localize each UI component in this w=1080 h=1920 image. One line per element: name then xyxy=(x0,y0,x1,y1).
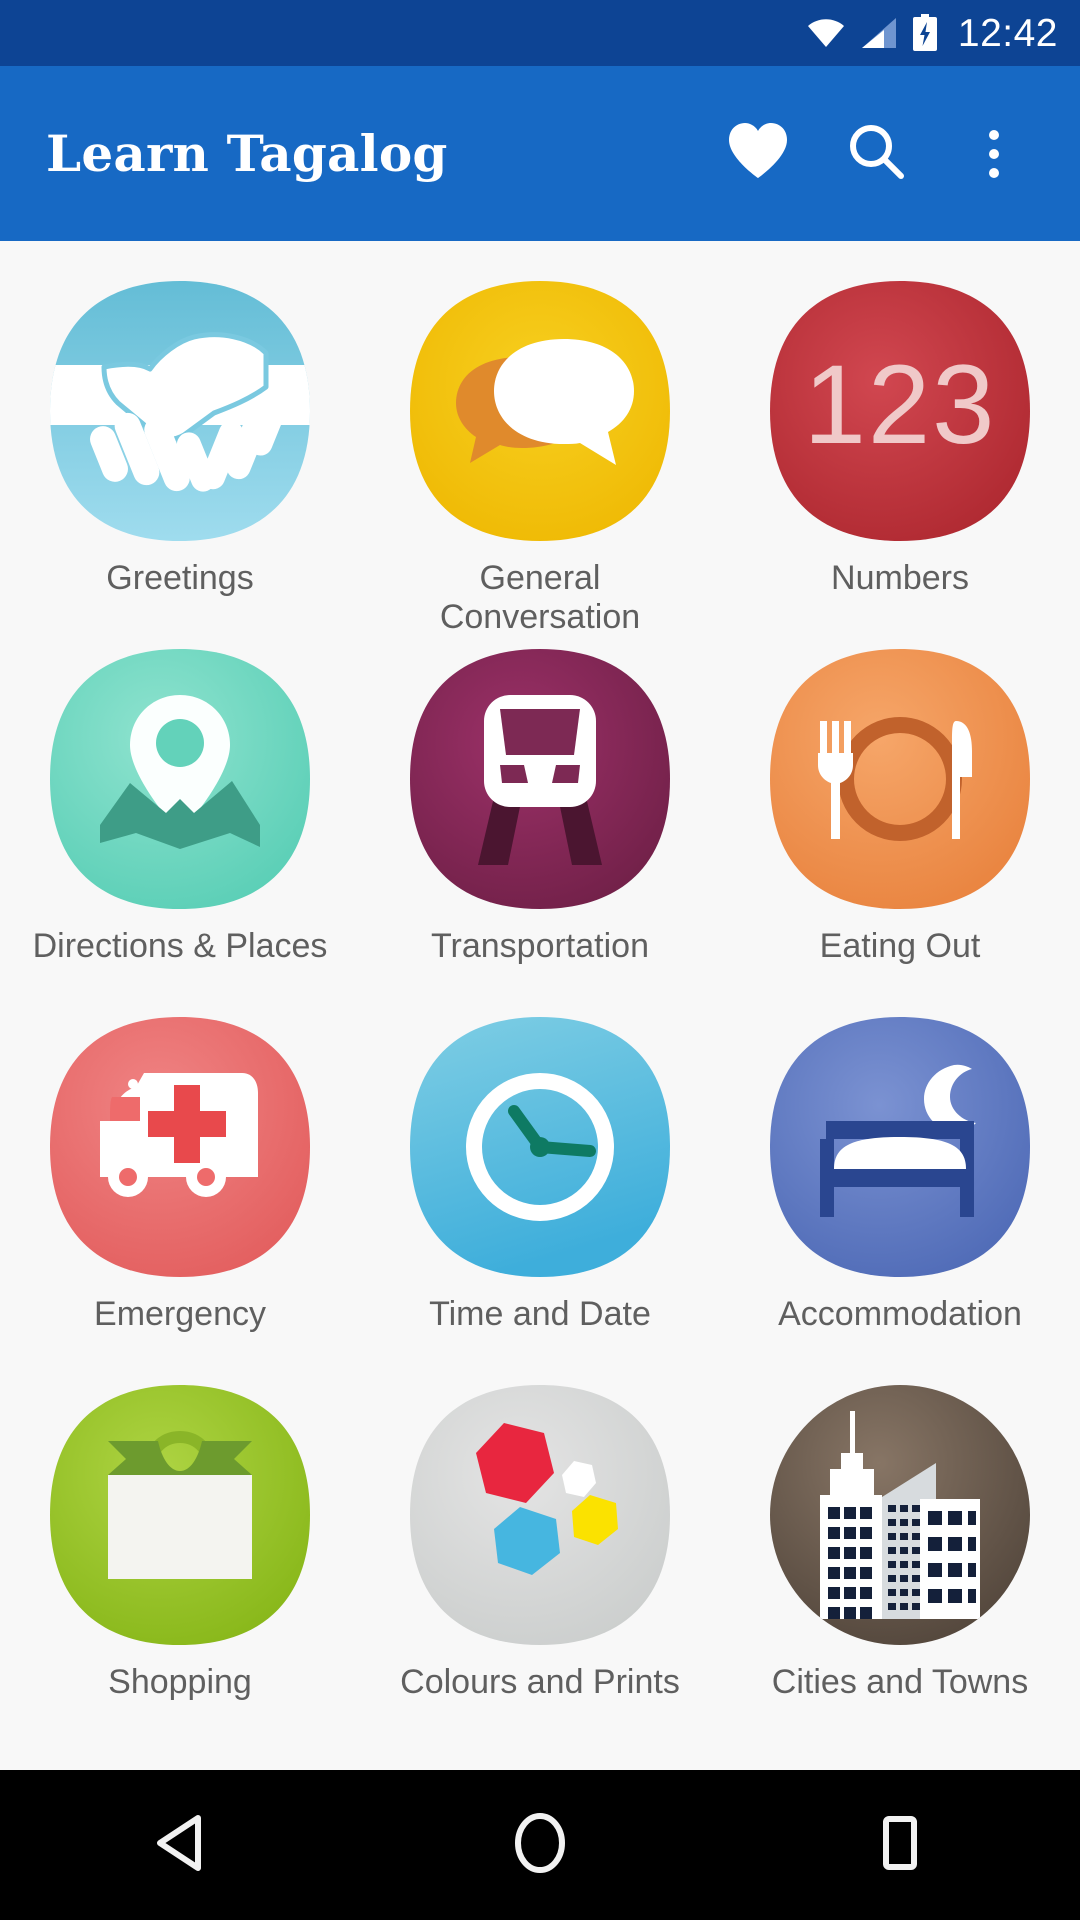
numbers-123-icon: 123 xyxy=(764,275,1036,547)
battery-charging-icon xyxy=(912,14,938,52)
category-grid: Greetings General Conversation 123 Numbe… xyxy=(0,253,1080,1725)
overflow-menu-button[interactable] xyxy=(958,118,1030,190)
grid-item-time-and-date[interactable]: Time and Date xyxy=(360,989,720,1357)
hexagons-icon xyxy=(404,1379,676,1651)
bed-moon-icon xyxy=(764,1011,1036,1283)
grid-item-numbers[interactable]: 123 Numbers xyxy=(720,253,1080,621)
grid-item-cities-and-towns[interactable]: Cities and Towns xyxy=(720,1357,1080,1725)
grid-item-label: Colours and Prints xyxy=(400,1663,680,1701)
speech-bubbles-icon xyxy=(404,275,676,547)
grid-item-label: Emergency xyxy=(94,1295,266,1333)
triangle-back-icon xyxy=(152,1814,208,1877)
grid-item-label: Time and Date xyxy=(429,1295,651,1333)
nav-home-button[interactable] xyxy=(465,1770,615,1920)
train-icon xyxy=(404,643,676,915)
favorites-button[interactable] xyxy=(722,118,794,190)
grid-item-emergency[interactable]: Emergency xyxy=(0,989,360,1357)
grid-item-accommodation[interactable]: Accommodation xyxy=(720,989,1080,1357)
grid-item-label: Accommodation xyxy=(778,1295,1022,1333)
search-button[interactable] xyxy=(840,118,912,190)
app-bar: Learn Tagalog xyxy=(0,66,1080,241)
status-time: 12:42 xyxy=(957,11,1058,55)
grid-item-colours-and-prints[interactable]: Colours and Prints xyxy=(360,1357,720,1725)
grid-item-greetings[interactable]: Greetings xyxy=(0,253,360,621)
status-bar: 12:42 xyxy=(0,0,1080,66)
system-navigation-bar xyxy=(0,1770,1080,1920)
ambulance-icon xyxy=(44,1011,316,1283)
clock-icon xyxy=(404,1011,676,1283)
grid-item-general-conversation[interactable]: General Conversation xyxy=(360,253,720,636)
grid-item-label: Eating Out xyxy=(819,927,981,965)
grid-item-label: Greetings xyxy=(106,559,254,597)
category-grid-scroll[interactable]: Greetings General Conversation 123 Numbe… xyxy=(0,241,1080,1770)
grid-item-label: Directions & Places xyxy=(32,927,328,965)
nav-back-button[interactable] xyxy=(105,1770,255,1920)
grid-item-transportation[interactable]: Transportation xyxy=(360,621,720,989)
cutlery-plate-icon xyxy=(764,643,1036,915)
shopping-bag-icon xyxy=(44,1379,316,1651)
app-screen: 12:42 Learn Tagalog Greetings General Co… xyxy=(0,0,1080,1920)
grid-item-label: Transportation xyxy=(431,927,649,965)
grid-item-label: Cities and Towns xyxy=(771,1663,1029,1701)
cellular-signal-icon xyxy=(860,17,898,49)
more-vertical-icon xyxy=(989,129,999,178)
wifi-icon xyxy=(806,17,846,49)
app-bar-actions xyxy=(722,118,1046,190)
square-recents-icon xyxy=(874,1814,926,1877)
nav-recents-button[interactable] xyxy=(825,1770,975,1920)
grid-item-label: Shopping xyxy=(108,1663,252,1701)
city-skyline-icon xyxy=(764,1379,1036,1651)
map-pin-icon xyxy=(44,643,316,915)
svg-text:123: 123 xyxy=(804,342,997,467)
grid-item-directions-places[interactable]: Directions & Places xyxy=(0,621,360,989)
page-title: Learn Tagalog xyxy=(46,124,448,183)
handshake-icon xyxy=(44,275,316,547)
grid-item-label: Numbers xyxy=(831,559,969,597)
heart-icon xyxy=(727,122,789,185)
circle-home-icon xyxy=(512,1812,568,1879)
grid-item-eating-out[interactable]: Eating Out xyxy=(720,621,1080,989)
search-icon xyxy=(845,120,907,187)
grid-item-shopping[interactable]: Shopping xyxy=(0,1357,360,1725)
